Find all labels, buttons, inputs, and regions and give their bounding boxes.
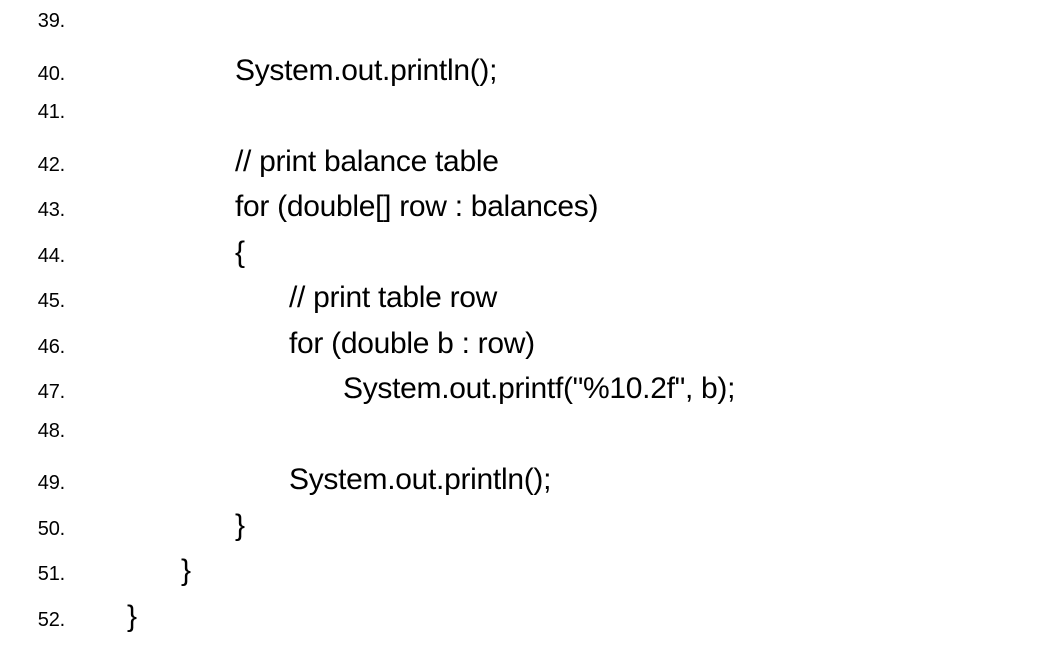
line-number: 49. xyxy=(28,472,73,495)
line-number: 39. xyxy=(28,10,73,33)
line-number: 41. xyxy=(28,101,73,124)
code-text: } xyxy=(73,556,191,586)
line-number: 48. xyxy=(28,420,73,443)
code-text: { xyxy=(73,238,245,268)
line-number: 50. xyxy=(28,518,73,541)
code-line: 39. xyxy=(28,10,1063,56)
line-number: 51. xyxy=(28,563,73,586)
code-text: for (double[] row : balances) xyxy=(73,192,598,222)
line-number: 47. xyxy=(28,381,73,404)
code-line: 44.{ xyxy=(28,238,1063,284)
line-number: 46. xyxy=(28,336,73,359)
line-number: 52. xyxy=(28,609,73,632)
code-line: 49.System.out.println(); xyxy=(28,465,1063,511)
code-line: 41. xyxy=(28,101,1063,147)
code-text: // print table row xyxy=(73,283,497,313)
code-line: 51.} xyxy=(28,556,1063,602)
code-text: for (double b : row) xyxy=(73,329,535,359)
code-line: 50.} xyxy=(28,511,1063,557)
code-line: 48. xyxy=(28,420,1063,466)
line-number: 43. xyxy=(28,199,73,222)
code-text: } xyxy=(73,511,245,541)
code-text: System.out.printf("%10.2f", b); xyxy=(73,374,735,404)
line-number: 45. xyxy=(28,290,73,313)
code-line: 42.// print balance table xyxy=(28,147,1063,193)
code-listing: 39.40.System.out.println();41.42.// prin… xyxy=(28,10,1063,647)
code-line: 46.for (double b : row) xyxy=(28,329,1063,375)
code-line: 40.System.out.println(); xyxy=(28,56,1063,102)
code-line: 45.// print table row xyxy=(28,283,1063,329)
code-line: 47.System.out.printf("%10.2f", b); xyxy=(28,374,1063,420)
code-text: // print balance table xyxy=(73,147,499,177)
code-text: } xyxy=(73,602,137,632)
line-number: 44. xyxy=(28,245,73,268)
code-text: System.out.println(); xyxy=(73,56,497,86)
line-number: 40. xyxy=(28,63,73,86)
code-line: 52.} xyxy=(28,602,1063,647)
code-text: System.out.println(); xyxy=(73,465,551,495)
code-line: 43.for (double[] row : balances) xyxy=(28,192,1063,238)
line-number: 42. xyxy=(28,154,73,177)
